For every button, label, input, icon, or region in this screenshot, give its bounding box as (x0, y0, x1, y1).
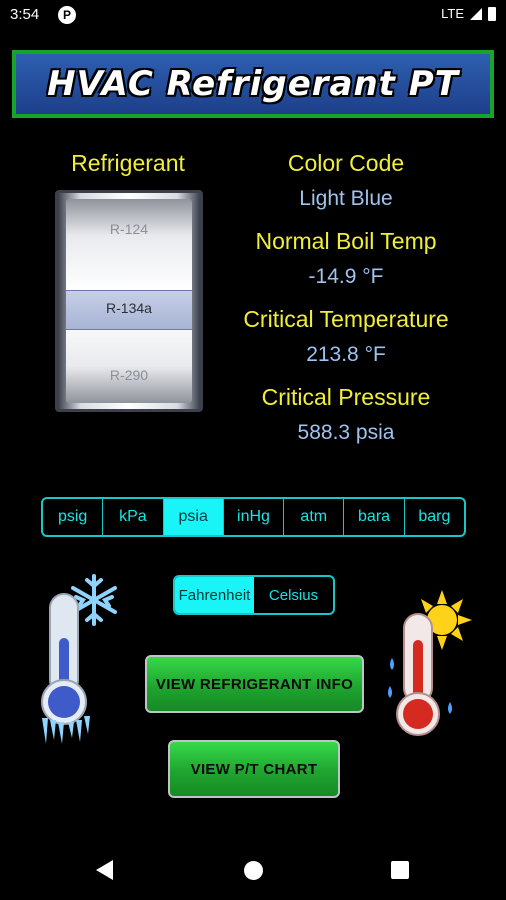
home-icon[interactable] (244, 861, 263, 880)
refrigerant-label: Refrigerant (71, 150, 185, 176)
unit-psia[interactable]: psia (163, 499, 224, 535)
cold-thermometer-icon (41, 574, 117, 744)
celsius-option[interactable]: Celsius (254, 577, 333, 613)
battery-icon (488, 6, 496, 21)
unit-atm[interactable]: atm (284, 499, 345, 535)
refrigerant-picker[interactable]: R-124 R-134a R-290 (55, 190, 203, 412)
fahrenheit-option[interactable]: Fahrenheit (175, 577, 254, 613)
hot-thermometer-icon (388, 590, 472, 736)
signal-icon (470, 7, 482, 20)
back-icon[interactable] (96, 860, 113, 880)
picker-item-selected[interactable]: R-134a (66, 300, 192, 316)
critical-pressure-label: Critical Pressure (261, 384, 431, 410)
title-banner: HVAC Refrigerant PT (12, 50, 494, 118)
picker-item-below[interactable]: R-290 (66, 367, 192, 383)
status-time: 3:54 (10, 6, 40, 23)
critical-temp-value: 213.8 °F (306, 343, 386, 366)
color-code-value: Light Blue (299, 187, 393, 210)
view-pt-chart-button[interactable]: VIEW P/T CHART (168, 740, 340, 798)
recent-apps-icon[interactable] (391, 861, 409, 879)
unit-inhg[interactable]: inHg (224, 499, 285, 535)
picker-item-above[interactable]: R-124 (66, 221, 192, 237)
boil-temp-value: -14.9 °F (308, 265, 384, 288)
color-code-label: Color Code (287, 150, 405, 176)
temperature-unit-toggle: Fahrenheit Celsius (173, 575, 335, 615)
app-title: HVAC Refrigerant PT (47, 64, 459, 104)
network-label: LTE (441, 6, 464, 21)
unit-barg[interactable]: barg (405, 499, 464, 535)
critical-temp-label: Critical Temperature (243, 306, 449, 332)
unit-bara[interactable]: bara (344, 499, 405, 535)
boil-temp-label: Normal Boil Temp (255, 228, 437, 254)
notification-badge-icon: P (58, 6, 76, 24)
critical-pressure-value: 588.3 psia (297, 421, 395, 444)
view-refrigerant-info-button[interactable]: VIEW REFRIGERANT INFO (145, 655, 364, 713)
status-indicators: LTE (441, 6, 496, 21)
unit-psig[interactable]: psig (43, 499, 104, 535)
pressure-unit-selector: psig kPa psia inHg atm bara barg (41, 497, 466, 537)
picker-drum[interactable]: R-124 R-134a R-290 (66, 199, 192, 403)
unit-kpa[interactable]: kPa (103, 499, 164, 535)
